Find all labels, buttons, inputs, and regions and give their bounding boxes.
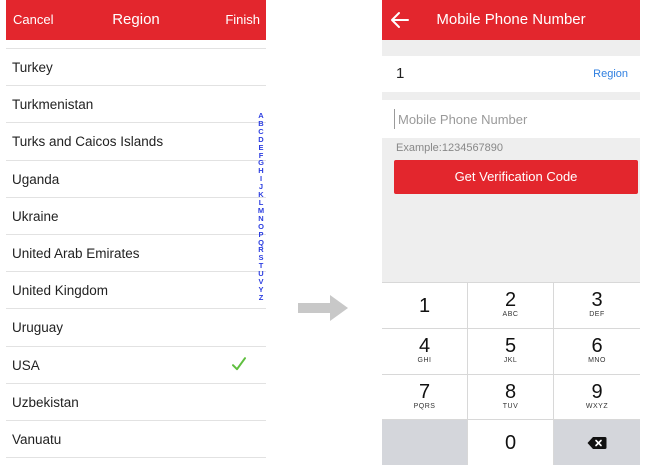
region-name: Turkmenistan (12, 97, 94, 113)
key-9[interactable]: 9 WXYZ (554, 373, 640, 420)
region-name: Uzbekistan (12, 394, 79, 410)
region-list: Turkey Turkmenistan Turks and Caicos Isl… (6, 48, 266, 459)
key-letters: WXYZ (585, 402, 609, 410)
region-item-selected[interactable]: USA (6, 347, 266, 384)
key-letters: ABC (502, 311, 519, 318)
region-item[interactable]: Turkey (6, 49, 266, 87)
key-digit: 2 (504, 289, 517, 311)
key-digit: 7 (418, 380, 431, 403)
phone-field-row (382, 100, 640, 138)
region-name: Uruguay (12, 320, 64, 336)
phone-number-screen: Mobile Phone Number 1 Region Example:123… (382, 0, 640, 465)
region-name: United Arab Emirates (12, 245, 140, 261)
page-title: Mobile Phone Number (436, 11, 586, 28)
region-item[interactable]: United Kingdom (6, 272, 266, 310)
key-3[interactable]: 3 DEF (554, 282, 640, 328)
region-name: Turks and Caicos Islands (12, 134, 164, 150)
checkmark-icon (232, 356, 246, 370)
region-name: Vanuatu (12, 431, 62, 447)
region-name: Uganda (12, 171, 60, 187)
key-digit: 8 (504, 380, 517, 403)
key-digit: 0 (504, 432, 517, 455)
region-item[interactable]: Uruguay (6, 309, 266, 347)
region-picker-screen: Cancel Region Finish Turkey Turkmenistan… (6, 0, 266, 465)
numeric-keypad: 1 2 ABC 3 DEF 4 GHI 5 JKL 6 MNO 7 PQRS 8 TUV 9W… (382, 282, 640, 465)
key-4[interactable]: 4 GHI (382, 327, 468, 374)
region-item[interactable]: Uganda (6, 161, 266, 198)
key-2[interactable]: 2 ABC (468, 282, 554, 328)
key-letters: JKL (503, 356, 518, 364)
key-digit: 5 (504, 334, 517, 357)
region-name: Ukraine (12, 208, 59, 224)
region-item[interactable]: Turks and Caicos Islands (6, 123, 266, 161)
key-8[interactable]: 8 TUV (468, 373, 554, 420)
key-digit: 6 (591, 334, 603, 357)
get-verification-code-button[interactable]: Get Verification Code (394, 160, 638, 194)
key-letters: MNO (588, 356, 606, 364)
region-item[interactable]: Ukraine (6, 198, 266, 235)
key-digit: 1 (418, 295, 431, 317)
index-letter[interactable]: Z (255, 293, 267, 302)
key-letters: GHI (417, 356, 432, 364)
country-code-row[interactable]: 1 Region (382, 56, 640, 92)
key-letters: DEF (589, 311, 605, 318)
key-1[interactable]: 1 (382, 282, 468, 328)
key-letters: PQRS (413, 402, 436, 410)
key-digit: 4 (418, 334, 431, 357)
country-code: 1 (396, 65, 405, 82)
key-blank (382, 419, 468, 465)
key-6[interactable]: 6 MNO (554, 327, 640, 374)
finish-button[interactable]: Finish (225, 0, 260, 40)
alphabet-index[interactable]: A B C D E F G H I J K L M N O P Q R S T … (255, 112, 267, 302)
region-item[interactable]: Vanuatu (6, 421, 266, 459)
right-arrow-icon (298, 295, 348, 321)
region-name: United Kingdom (12, 283, 109, 299)
key-delete[interactable] (554, 419, 640, 465)
region-link[interactable]: Region (593, 56, 628, 92)
region-header: Cancel Region Finish (6, 0, 266, 40)
region-item[interactable]: United Arab Emirates (6, 235, 266, 273)
phone-header: Mobile Phone Number (382, 0, 640, 40)
key-5[interactable]: 5 JKL (468, 327, 554, 374)
backspace-icon (587, 436, 607, 449)
region-name: Turkey (12, 60, 53, 75)
key-digit: 3 (591, 289, 603, 311)
key-digit: 9 (591, 380, 603, 403)
region-name: USA (12, 357, 40, 373)
region-item[interactable]: Turkmenistan (6, 86, 266, 124)
key-0[interactable]: 0 (468, 419, 554, 465)
region-item[interactable]: Uzbekistan (6, 384, 266, 421)
key-7[interactable]: 7 PQRS (382, 373, 468, 420)
cancel-button[interactable]: Cancel (13, 0, 53, 40)
phone-number-input[interactable] (394, 109, 626, 129)
example-hint: Example:1234567890 (396, 142, 504, 154)
key-letters: TUV (502, 402, 519, 410)
